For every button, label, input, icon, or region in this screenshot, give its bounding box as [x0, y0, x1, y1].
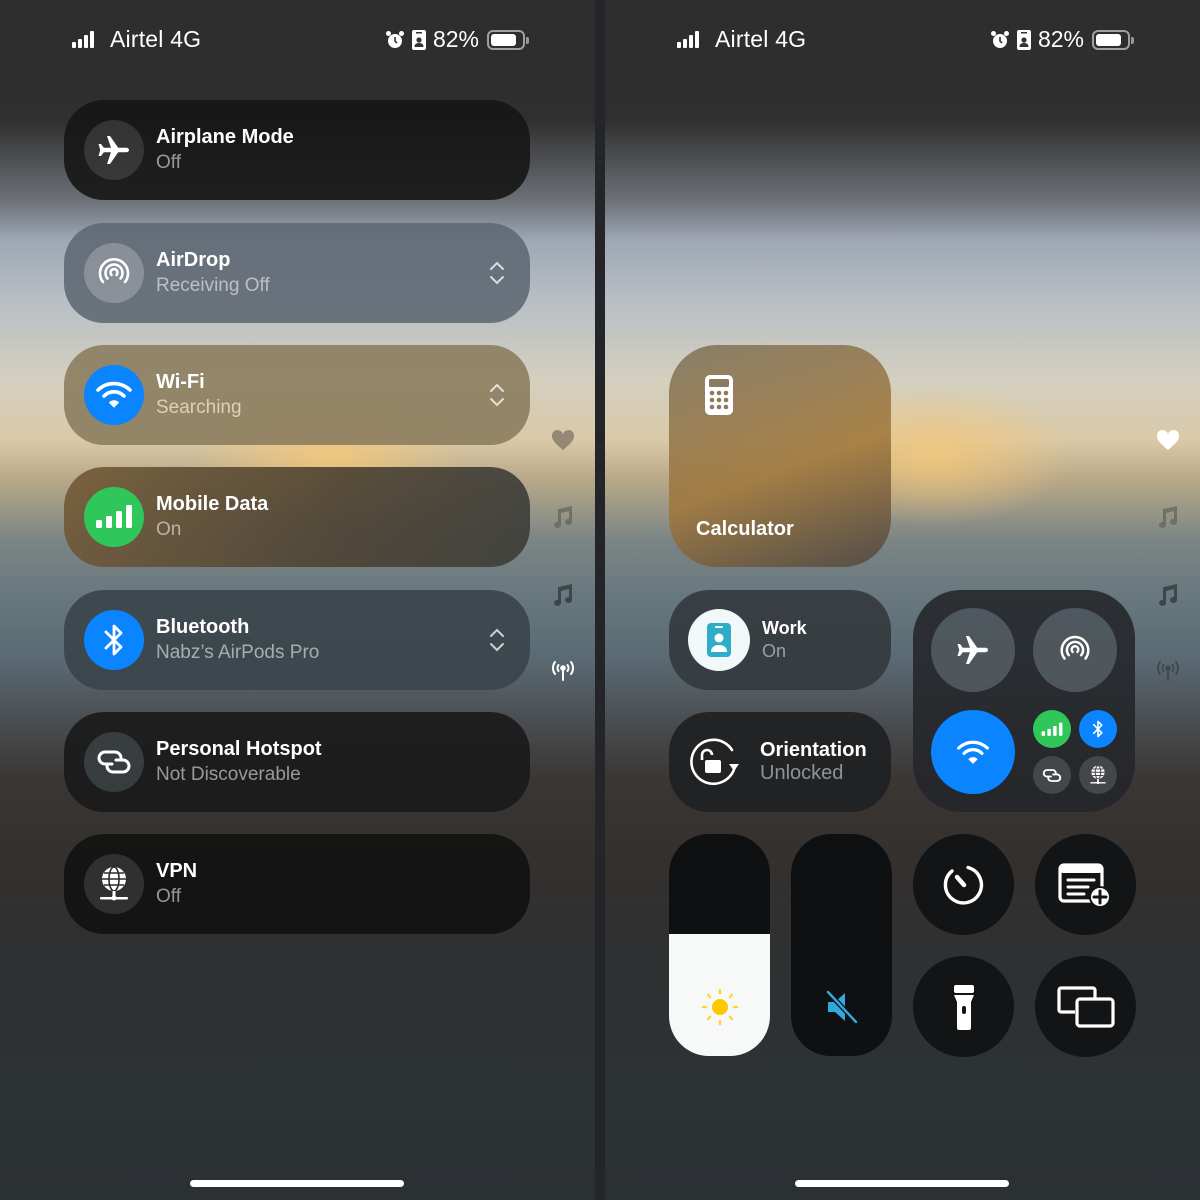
antenna-icon[interactable] — [1153, 655, 1183, 685]
heart-icon[interactable] — [1153, 425, 1183, 455]
row-title: Airplane Mode — [156, 126, 294, 148]
bluetooth-row[interactable]: Bluetooth Nabz’s AirPods Pro — [64, 590, 530, 690]
airdrop-row[interactable]: AirDrop Receiving Off — [64, 223, 530, 323]
cellular-signal-icon — [677, 30, 699, 48]
battery-percent: 82% — [432, 26, 479, 52]
home-indicator[interactable] — [795, 1180, 1009, 1187]
personal-hotspot-row[interactable]: Personal Hotspot Not Discoverable — [64, 712, 530, 812]
row-subtitle: Off — [156, 886, 181, 907]
volume-slider[interactable] — [791, 834, 892, 1056]
wifi-row[interactable]: Wi-Fi Searching — [64, 345, 530, 445]
home-indicator[interactable] — [190, 1180, 404, 1187]
orientation-lock-icon — [690, 738, 739, 786]
mobile-data-row[interactable]: Mobile Data On — [64, 467, 530, 567]
control-center-connectivity-expanded: Airtel 4G 82% Airplane Mode Off AirDrop … — [0, 0, 595, 1200]
bluetooth-icon[interactable] — [84, 610, 144, 670]
timer-button[interactable] — [913, 834, 1014, 935]
bluetooth-icon — [1092, 720, 1103, 738]
screen-mirroring-button[interactable] — [1035, 956, 1136, 1057]
battery-percent: 82% — [1037, 26, 1084, 52]
calculator-icon — [705, 375, 733, 415]
airdrop-icon — [1060, 635, 1090, 660]
vpn-globe-icon[interactable] — [84, 854, 144, 914]
connectivity-module[interactable] — [913, 590, 1135, 812]
row-subtitle: Nabz’s AirPods Pro — [156, 642, 320, 663]
calculator-label: Calculator — [696, 518, 794, 540]
row-subtitle: On — [156, 519, 182, 540]
alarm-icon — [990, 30, 1009, 48]
wifi-icon[interactable] — [84, 365, 144, 425]
orientation-lock-button[interactable]: Orientation Unlocked — [669, 712, 891, 812]
speaker-muted-icon — [824, 989, 859, 1025]
music-note-icon[interactable] — [548, 502, 578, 532]
row-title: Personal Hotspot — [156, 738, 322, 760]
airdrop-toggle[interactable] — [1033, 608, 1117, 692]
row-subtitle: Not Discoverable — [156, 764, 301, 785]
row-title: Mobile Data — [156, 493, 269, 515]
music-note-icon[interactable] — [548, 580, 578, 610]
status-bar: Airtel 4G 82% — [605, 24, 1200, 56]
hotspot-toggle[interactable] — [1033, 756, 1071, 794]
row-title: AirDrop — [156, 249, 231, 271]
row-title: Bluetooth — [156, 616, 250, 638]
row-subtitle: Receiving Off — [156, 275, 270, 296]
screen-mirroring-icon — [1056, 985, 1115, 1028]
work-focus-icon — [688, 609, 750, 671]
row-subtitle: Off — [156, 152, 181, 173]
chevron-up-down-icon[interactable] — [488, 626, 506, 654]
battery-icon — [1092, 29, 1134, 50]
cellular-icon — [1041, 722, 1063, 736]
wifi-toggle[interactable] — [931, 710, 1015, 794]
quick-note-icon — [1057, 862, 1111, 908]
focus-work-button[interactable]: Work On — [669, 590, 891, 690]
carrier-name: Airtel 4G — [110, 26, 202, 52]
airplane-icon — [957, 636, 988, 664]
calculator-button[interactable]: Calculator — [669, 345, 891, 567]
cellular-signal-icon — [72, 30, 94, 48]
mobile-data-toggle[interactable] — [1033, 710, 1071, 748]
sun-icon — [701, 988, 738, 1026]
control-center-main: Airtel 4G 82% Calculator Work On Orienta… — [605, 0, 1200, 1200]
airplane-icon[interactable] — [84, 120, 144, 180]
vpn-globe-icon — [1090, 765, 1106, 785]
work-focus-icon — [1016, 29, 1031, 50]
cellular-icon[interactable] — [84, 487, 144, 547]
airdrop-icon[interactable] — [84, 243, 144, 303]
work-focus-icon — [411, 29, 426, 50]
row-subtitle: Searching — [156, 397, 242, 418]
brightness-slider[interactable] — [669, 834, 770, 1056]
music-note-icon[interactable] — [1153, 580, 1183, 610]
chevron-up-down-icon[interactable] — [488, 381, 506, 409]
chevron-up-down-icon[interactable] — [488, 259, 506, 287]
vpn-row[interactable]: VPN Off — [64, 834, 530, 934]
antenna-icon[interactable] — [548, 655, 578, 685]
orientation-title: Orientation — [760, 739, 867, 761]
flashlight-button[interactable] — [913, 956, 1014, 1057]
quick-note-button[interactable] — [1035, 834, 1136, 935]
focus-title: Work — [762, 618, 807, 638]
vpn-toggle[interactable] — [1079, 756, 1117, 794]
heart-icon[interactable] — [548, 425, 578, 455]
music-note-icon[interactable] — [1153, 502, 1183, 532]
airplane-mode-toggle[interactable] — [931, 608, 1015, 692]
wifi-icon — [957, 740, 989, 764]
carrier-name: Airtel 4G — [715, 26, 807, 52]
screenshot-divider — [595, 0, 605, 1200]
status-bar: Airtel 4G 82% — [0, 24, 595, 56]
airplane-mode-row[interactable]: Airplane Mode Off — [64, 100, 530, 200]
hotspot-icon[interactable] — [84, 732, 144, 792]
alarm-icon — [385, 30, 404, 48]
timer-icon — [943, 865, 983, 905]
bluetooth-toggle[interactable] — [1079, 710, 1117, 748]
orientation-subtitle: Unlocked — [760, 762, 844, 784]
flashlight-icon — [953, 984, 974, 1030]
row-title: Wi-Fi — [156, 371, 205, 393]
row-title: VPN — [156, 860, 198, 882]
hotspot-icon — [1042, 768, 1062, 782]
focus-subtitle: On — [762, 641, 787, 661]
battery-icon — [487, 29, 529, 50]
